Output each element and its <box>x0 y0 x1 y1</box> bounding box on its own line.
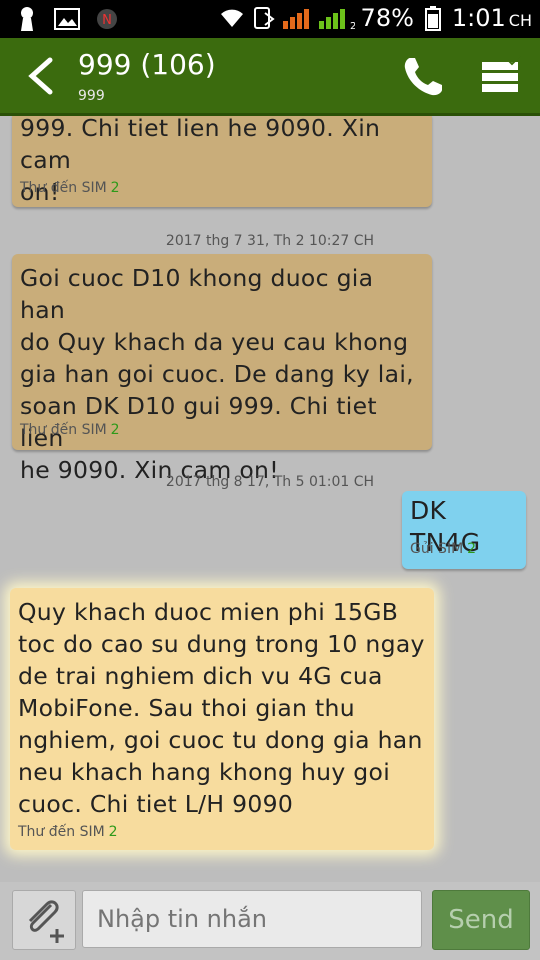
incoming-message[interactable]: 999. Chi tiet lien he 9090. Xin cam on! … <box>12 116 432 207</box>
message-timestamp: 2017 thg 8 17, Th 5 01:01 CH <box>165 474 375 490</box>
battery-icon <box>420 5 446 31</box>
svg-text:2: 2 <box>350 21 355 29</box>
composer-bar: Send <box>0 882 540 960</box>
message-timestamp: 2017 thg 7 31, Th 2 10:27 CH <box>165 233 375 249</box>
status-right: 2 78% 1:01 CH <box>219 4 532 32</box>
signal-sim1-icon <box>282 5 313 31</box>
paperclip-icon <box>28 900 64 943</box>
message-meta: Gửi SIM 2 <box>410 541 477 557</box>
svg-text:N: N <box>102 13 112 28</box>
message-text: Goi cuoc D10 khong duoc gia han do Quy k… <box>20 264 414 484</box>
signal-sim2-icon: 2 <box>318 5 355 31</box>
conversation-menu-button[interactable] <box>478 54 522 98</box>
conversation-header: 999 (106) 999 <box>0 38 540 116</box>
attach-button[interactable] <box>12 890 76 950</box>
incoming-message[interactable]: Goi cuoc D10 khong duoc gia han do Quy k… <box>12 254 432 484</box>
back-arrow-icon <box>28 57 53 95</box>
notification-n-icon: N <box>94 6 120 32</box>
conversation-title: 999 (106) <box>78 48 216 81</box>
message-thread[interactable]: 999. Chi tiet lien he 9090. Xin cam on! … <box>0 116 540 882</box>
clock: 1:01 CH <box>451 4 532 32</box>
conversation-subtitle: 999 <box>78 88 105 104</box>
wifi-icon <box>219 5 245 31</box>
status-left: N <box>14 6 120 32</box>
message-meta: Thư đến SIM 2 <box>18 824 118 840</box>
back-button[interactable] <box>20 54 64 98</box>
gallery-icon <box>54 6 80 32</box>
data-transfer-icon <box>251 5 277 31</box>
message-list-icon <box>482 55 521 92</box>
incoming-message-highlighted[interactable]: Quy khach duoc mien phi 15GB toc do cao … <box>10 588 434 850</box>
send-button[interactable]: Send <box>432 890 530 950</box>
outgoing-message[interactable]: DK TN4G Gửi SIM 2 <box>402 491 526 569</box>
phone-icon <box>404 58 442 96</box>
battery-percent: 78% <box>360 4 414 32</box>
message-meta: Thư đến SIM 2 <box>20 180 120 196</box>
message-text: Quy khach duoc mien phi 15GB toc do cao … <box>18 598 425 818</box>
message-input[interactable] <box>82 890 422 948</box>
status-bar: N 2 78% 1:01 CH <box>0 0 540 38</box>
call-button[interactable] <box>400 52 448 100</box>
keyhole-icon <box>14 6 40 32</box>
message-meta: Thư đến SIM 2 <box>20 422 120 438</box>
